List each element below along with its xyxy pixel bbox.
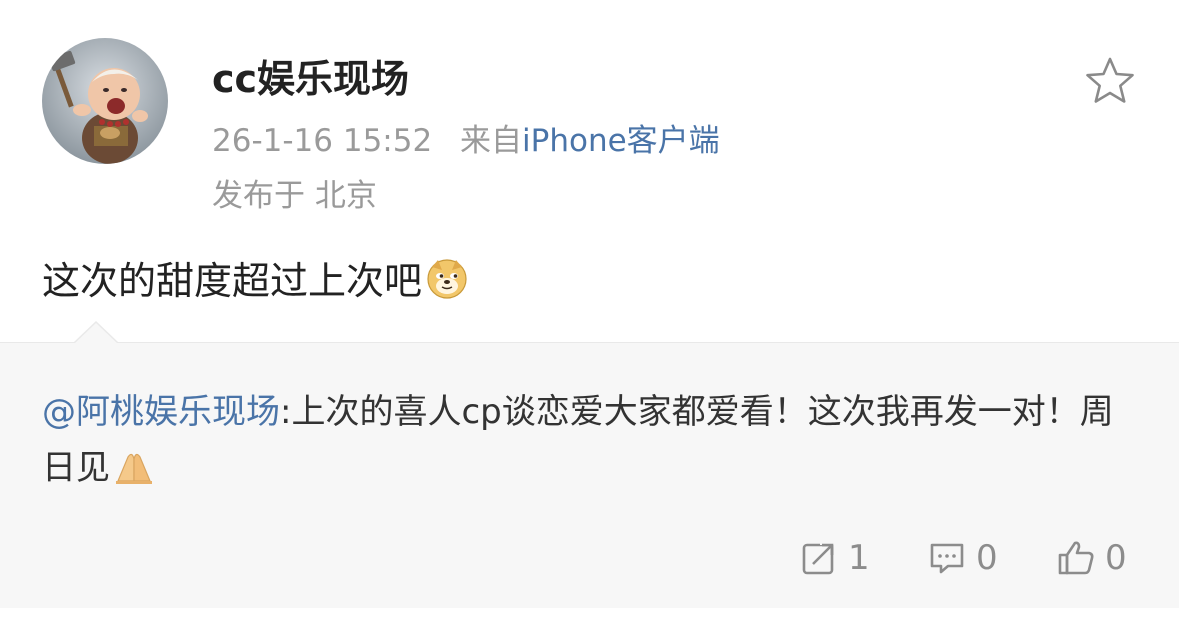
like-button[interactable]: 0 [1057, 536, 1127, 580]
repost-text: @阿桃娱乐现场:上次的喜人cp谈恋爱大家都爱看！这次我再发一对！周日见 [42, 384, 1142, 496]
like-count: 0 [1105, 538, 1127, 578]
post-meta: 26-1-16 15:52 来自iPhone客户端 [212, 115, 720, 160]
post-text: 这次的甜度超过上次吧 [42, 250, 468, 305]
source-prefix: 来自 [460, 123, 523, 159]
post-text-content: 这次的甜度超过上次吧 [42, 259, 423, 303]
post-time: 26-1-16 15:52 [212, 123, 433, 159]
pray-hands-emoji-icon [116, 453, 152, 484]
repost-icon [802, 541, 836, 575]
post-location: 发布于 北京 [212, 178, 377, 214]
card-bottom-spacer [0, 608, 1179, 630]
comment-button[interactable]: 0 [928, 536, 998, 580]
comment-icon [930, 543, 964, 574]
mention-link[interactable]: @阿桃娱乐现场 [42, 392, 280, 432]
repost-notch-fill [75, 323, 117, 343]
repost-count: 1 [848, 538, 870, 578]
avatar-image [42, 38, 168, 164]
doge-emoji-icon [427, 258, 467, 299]
source-device-link[interactable]: iPhone客户端 [522, 123, 720, 159]
weibo-post-card: cc娱乐现场 26-1-16 15:52 来自iPhone客户端 发布于 北京 … [0, 0, 1179, 342]
thumbs-up-icon [1058, 541, 1094, 575]
star-outline-icon[interactable] [1084, 55, 1136, 107]
username[interactable]: cc娱乐现场 [212, 48, 409, 103]
repost-button[interactable]: 1 [800, 536, 870, 580]
comment-count: 0 [976, 538, 998, 578]
avatar[interactable] [42, 38, 168, 164]
